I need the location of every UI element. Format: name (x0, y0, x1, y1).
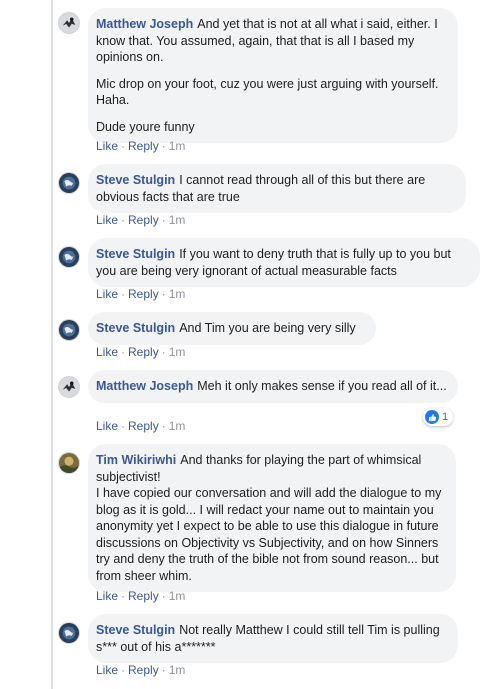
separator: · (161, 287, 166, 301)
author-name[interactable]: Matthew Joseph (96, 379, 193, 393)
eagle-avatar-icon (59, 377, 79, 397)
globe-avatar-icon (59, 173, 79, 193)
separator: · (121, 419, 126, 433)
comment-bubble: Steve Stulgin If you want to deny truth t… (88, 238, 480, 287)
author-name[interactable]: Steve Stulgin (96, 247, 175, 261)
avatar[interactable] (58, 319, 80, 341)
reply-link[interactable]: Reply (128, 139, 159, 153)
separator: · (121, 213, 126, 227)
comment-actions: Like · Reply · 1m (96, 589, 185, 603)
reaction-badge[interactable]: 1 (423, 408, 454, 426)
thread-line (51, 0, 53, 689)
separator: · (121, 589, 126, 603)
avatar[interactable] (58, 376, 80, 398)
avatar[interactable] (58, 246, 80, 268)
landscape-avatar-icon (59, 453, 79, 473)
separator: · (121, 345, 126, 359)
comment-text: Meh it only makes sense if you read all … (197, 379, 447, 393)
author-name[interactable]: Steve Stulgin (96, 321, 175, 335)
timestamp[interactable]: 1m (169, 589, 186, 603)
comment-text: And Tim you are being very silly (179, 321, 356, 335)
like-link[interactable]: Like (96, 287, 118, 301)
comment-actions: Like · Reply · 1m (96, 663, 185, 677)
author-name[interactable]: Steve Stulgin (96, 623, 175, 637)
comment-actions: Like · Reply · 1m (96, 213, 185, 227)
reply-link[interactable]: Reply (128, 287, 159, 301)
separator: · (161, 589, 166, 603)
author-name[interactable]: Matthew Joseph (96, 17, 193, 31)
separator: · (161, 345, 166, 359)
comment-text: Mic drop on your foot, cuz you were just… (96, 76, 439, 108)
separator: · (121, 287, 126, 301)
comment-actions: Like · Reply · 1m (96, 419, 185, 433)
reply-link[interactable]: Reply (128, 589, 159, 603)
eagle-avatar-icon (59, 13, 79, 33)
avatar[interactable] (58, 452, 80, 474)
like-link[interactable]: Like (96, 663, 118, 677)
timestamp[interactable]: 1m (169, 345, 186, 359)
comment-bubble: Matthew Joseph And yet that is not at all… (88, 8, 458, 143)
comment-bubble: Steve Stulgin Not really Matthew I could … (88, 614, 458, 663)
separator: · (161, 663, 166, 677)
like-link[interactable]: Like (96, 419, 118, 433)
timestamp[interactable]: 1m (169, 139, 186, 153)
reaction-count: 1 (442, 411, 449, 423)
reply-link[interactable]: Reply (128, 419, 159, 433)
comment-bubble: Steve Stulgin And Tim you are being very … (88, 312, 376, 345)
separator: · (121, 139, 126, 153)
timestamp[interactable]: 1m (169, 213, 186, 227)
reply-link[interactable]: Reply (128, 345, 159, 359)
comment-text: Dude youre funny (96, 119, 195, 134)
timestamp[interactable]: 1m (169, 663, 186, 677)
author-name[interactable]: Steve Stulgin (96, 173, 175, 187)
globe-avatar-icon (59, 247, 79, 267)
timestamp[interactable]: 1m (169, 287, 186, 301)
avatar[interactable] (58, 12, 80, 34)
separator: · (161, 419, 166, 433)
comment-actions: Like · Reply · 1m (96, 139, 185, 153)
globe-avatar-icon (59, 623, 79, 643)
like-link[interactable]: Like (96, 139, 118, 153)
comment-bubble: Tim Wikiriwhi And thanks for playing the … (88, 444, 456, 592)
comment-actions: Like · Reply · 1m (96, 345, 185, 359)
like-link[interactable]: Like (96, 345, 118, 359)
like-link[interactable]: Like (96, 589, 118, 603)
like-link[interactable]: Like (96, 213, 118, 227)
avatar[interactable] (58, 172, 80, 194)
avatar[interactable] (58, 622, 80, 644)
timestamp[interactable]: 1m (169, 419, 186, 433)
globe-avatar-icon (59, 320, 79, 340)
comment-text: And thanks for playing the part of whims… (96, 453, 442, 583)
like-icon (425, 410, 439, 424)
comment-bubble: Steve Stulgin I cannot read through all o… (88, 164, 466, 213)
comment-actions: Like · Reply · 1m (96, 287, 185, 301)
reply-link[interactable]: Reply (128, 213, 159, 227)
comment-bubble: Matthew Joseph Meh it only makes sense if… (88, 370, 458, 403)
reply-link[interactable]: Reply (128, 663, 159, 677)
author-name[interactable]: Tim Wikiriwhi (96, 453, 176, 467)
separator: · (161, 139, 166, 153)
separator: · (121, 663, 126, 677)
separator: · (161, 213, 166, 227)
